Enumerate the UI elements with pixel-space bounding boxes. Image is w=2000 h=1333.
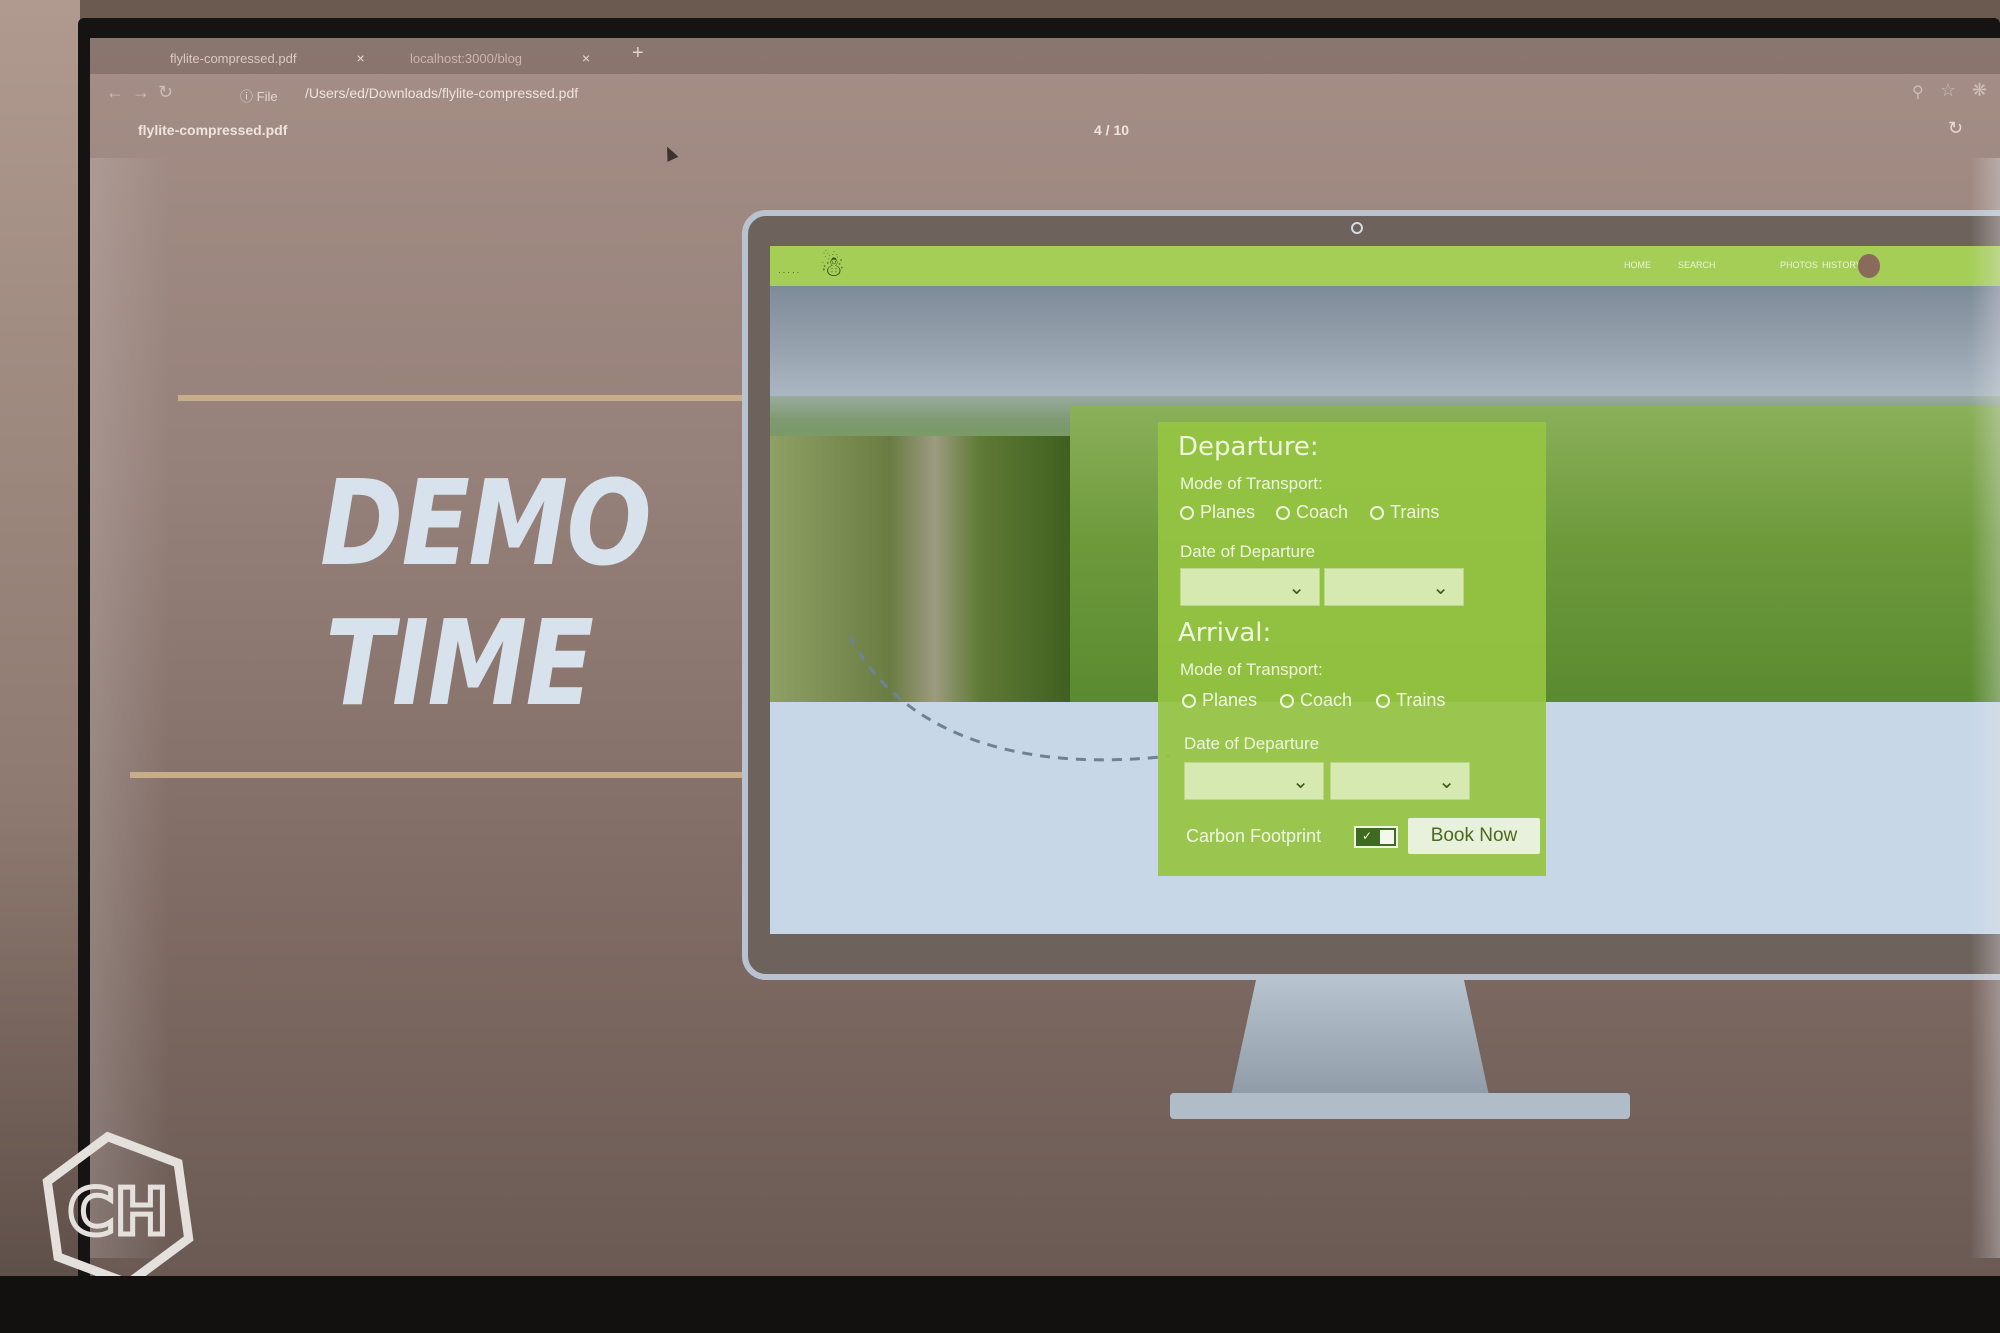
tab-pdf[interactable]: flylite-compressed.pdf × xyxy=(170,44,390,72)
slide-divider-top xyxy=(178,395,783,401)
radio-icon xyxy=(1370,505,1384,520)
star-icon[interactable]: ☆ xyxy=(1940,80,1956,101)
radio-icon xyxy=(1376,693,1390,708)
url-input[interactable]: /Users/ed/Downloads/flylite-compressed.p… xyxy=(305,85,578,101)
tab-label: localhost:3000/blog xyxy=(410,50,523,66)
radio-label: Coach xyxy=(1296,502,1349,522)
chevron-down-icon: ⌄ xyxy=(1288,577,1305,599)
chevron-down-icon: ⌄ xyxy=(1438,771,1455,793)
logo-dots: ····· xyxy=(778,268,802,277)
radio-coach-departure[interactable]: Coach xyxy=(1276,502,1348,523)
camera-icon xyxy=(1351,222,1363,234)
hero-sky xyxy=(770,286,2000,396)
nav-photos[interactable]: PHOTOS xyxy=(1780,260,1818,270)
departure-date-select[interactable]: ⌄ xyxy=(1180,568,1320,606)
book-now-button[interactable]: Book Now xyxy=(1408,818,1540,854)
monitor-stand-neck xyxy=(1230,980,1490,1100)
extension-icon[interactable]: ❋ xyxy=(1972,80,1987,101)
arrival-mode-label: Mode of Transport: xyxy=(1180,660,1323,679)
nav-search[interactable]: SEARCH xyxy=(1678,260,1716,270)
svg-text:CH: CH xyxy=(68,1176,169,1250)
info-icon: ⓘ xyxy=(240,89,254,104)
radio-label: Trains xyxy=(1390,502,1440,522)
avatar[interactable] xyxy=(1858,254,1880,278)
nav-home[interactable]: HOME xyxy=(1624,260,1651,270)
radio-coach-arrival[interactable]: Coach xyxy=(1280,690,1352,711)
radio-trains-arrival[interactable]: Trains xyxy=(1376,690,1445,711)
room-background: flylite-compressed.pdf × localhost:3000/… xyxy=(0,0,2000,1333)
slide-heading-line: DEMO xyxy=(320,454,652,592)
arrival-date-label: Date of Departure xyxy=(1184,734,1320,753)
departure-heading: Departure: xyxy=(1178,432,1319,462)
chevron-down-icon: ⌄ xyxy=(1432,577,1449,599)
rotate-icon[interactable]: ↻ xyxy=(1948,118,1963,139)
display-bottom-bezel xyxy=(0,1276,2000,1333)
slide-heading: DEMO TIME xyxy=(320,453,652,733)
radio-label: Planes xyxy=(1202,690,1258,710)
tab-label: flylite-compressed.pdf xyxy=(170,50,297,66)
projected-screen: flylite-compressed.pdf × localhost:3000/… xyxy=(90,38,2000,1276)
url-scheme[interactable]: ⓘ File xyxy=(240,86,278,105)
screen-glare xyxy=(90,158,170,1258)
arrival-heading: Arrival: xyxy=(1178,618,1272,648)
nav-history[interactable]: HISTORY xyxy=(1822,260,1862,270)
slide-heading-line: TIME xyxy=(325,594,594,732)
radio-planes-arrival[interactable]: Planes xyxy=(1182,690,1257,711)
radio-trains-departure[interactable]: Trains xyxy=(1370,502,1439,523)
toggle-knob xyxy=(1380,830,1394,844)
radio-icon xyxy=(1180,505,1194,520)
radio-planes-departure[interactable]: Planes xyxy=(1180,502,1255,523)
close-icon[interactable]: × xyxy=(582,50,590,66)
page-indicator[interactable]: 4 / 10 xyxy=(1094,122,1129,138)
radio-label: Coach xyxy=(1300,690,1353,710)
zoom-icon[interactable]: ⚲ xyxy=(1912,82,1924,102)
booking-panel: Departure: Mode of Transport: Planes Coa… xyxy=(1158,422,1546,876)
site-navbar: ☃ ····· HOME SEARCH PHOTOS HISTORY xyxy=(770,246,2000,286)
screen-edge-glare xyxy=(1970,158,2000,1258)
monitor-stand-base xyxy=(1170,1093,1630,1119)
url-scheme-label: File xyxy=(256,89,278,104)
forward-arrow-icon[interactable]: → xyxy=(132,82,150,103)
departure-time-select[interactable]: ⌄ xyxy=(1324,568,1464,606)
new-tab-button[interactable]: + xyxy=(632,42,644,65)
radio-label: Planes xyxy=(1200,502,1256,522)
pdf-title: flylite-compressed.pdf xyxy=(138,122,288,138)
back-arrow-icon[interactable]: ← xyxy=(106,82,124,103)
radio-icon xyxy=(1182,693,1196,708)
arrival-time-select[interactable]: ⌄ xyxy=(1330,762,1470,800)
carbon-footprint-toggle[interactable]: ✓ xyxy=(1354,826,1398,848)
tab-localhost-blog[interactable]: localhost:3000/blog × xyxy=(410,44,640,72)
checkmark-icon: ✓ xyxy=(1362,829,1373,843)
chevron-down-icon: ⌄ xyxy=(1292,771,1309,793)
flight-path-decoration xyxy=(850,636,1171,762)
close-icon[interactable]: × xyxy=(356,50,364,66)
radio-icon xyxy=(1276,505,1290,520)
departure-mode-label: Mode of Transport: xyxy=(1180,474,1323,493)
radio-icon xyxy=(1280,693,1294,708)
monitor-display: ☃ ····· HOME SEARCH PHOTOS HISTORY Depar… xyxy=(770,246,2000,934)
reload-icon[interactable]: ↻ xyxy=(158,82,173,103)
bee-logo-icon: ☃ xyxy=(820,251,846,282)
radio-label: Trains xyxy=(1396,690,1446,710)
corner-hexagon-logo: CH xyxy=(42,1131,194,1289)
departure-date-label: Date of Departure xyxy=(1180,542,1316,561)
carbon-footprint-label: Carbon Footprint xyxy=(1186,826,1322,846)
arrival-date-select[interactable]: ⌄ xyxy=(1184,762,1324,800)
slide-divider-bottom xyxy=(130,772,760,778)
pdf-toolbar xyxy=(90,114,2000,158)
